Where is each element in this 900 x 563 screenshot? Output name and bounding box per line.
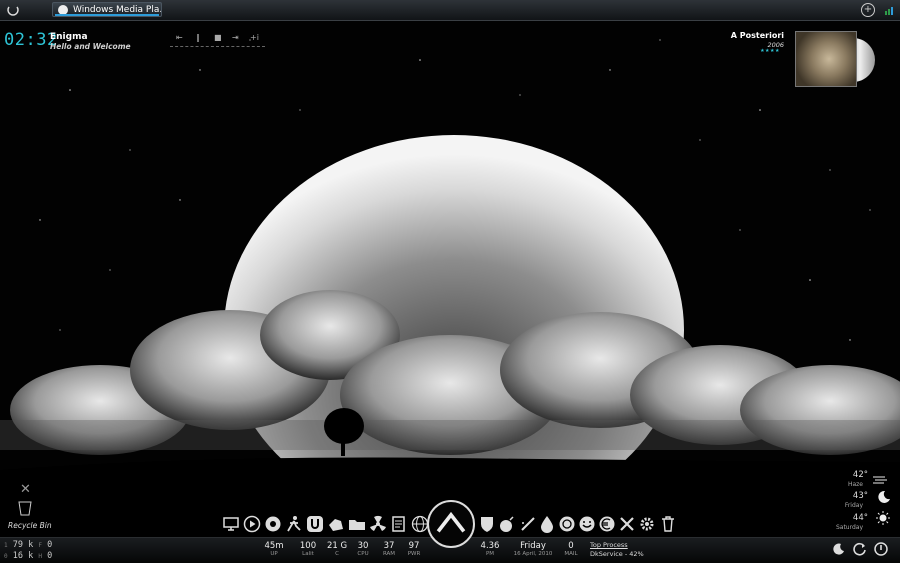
net-h-prefix: H <box>38 553 42 560</box>
net-up-value: 79 k <box>12 540 34 550</box>
start-menu-logo-icon[interactable] <box>427 500 475 548</box>
pause-button[interactable]: ‖ <box>196 33 200 42</box>
droplet-icon[interactable] <box>538 515 556 533</box>
taskbar-button-media-player[interactable]: Windows Media Pla... <box>52 2 162 17</box>
weather-temp-friday: 43° <box>852 491 868 501</box>
weather-temp-saturday: 44° <box>852 513 868 523</box>
start-orb-icon[interactable] <box>6 3 20 17</box>
monitor-icon[interactable] <box>222 515 240 533</box>
sleep-icon[interactable] <box>832 542 846 556</box>
stat-time: 4.36 PM <box>480 541 500 557</box>
track-progress-bar[interactable] <box>170 46 265 48</box>
top-process: Top Process DkService - 42% <box>590 541 644 559</box>
album-title: A Posteriori <box>730 31 784 40</box>
bomb-icon[interactable] <box>498 515 516 533</box>
moon-icon <box>878 490 890 503</box>
album-rating: ★★★★ <box>760 48 780 54</box>
weather-temp-now: 42° <box>852 470 868 480</box>
net-down-prefix: 0 <box>4 553 8 560</box>
chrome-icon[interactable] <box>264 515 282 533</box>
smiley-icon[interactable] <box>578 515 596 533</box>
previous-button[interactable]: ⇤ <box>176 33 183 42</box>
stat-mail[interactable]: 0 MAIL <box>556 541 586 557</box>
top-process-value: DkService - 42% <box>590 550 644 558</box>
stat-uptime: 45m UP <box>264 541 284 557</box>
haze-icon <box>873 476 887 484</box>
stop-button[interactable]: ■ <box>214 33 222 42</box>
shield-icon[interactable] <box>478 515 496 533</box>
active-indicator <box>55 14 159 16</box>
add-icon[interactable]: + <box>861 3 875 17</box>
network-icon[interactable] <box>884 4 896 16</box>
media-player-icon[interactable] <box>243 515 261 533</box>
weather-label-saturday: Saturday <box>835 524 863 531</box>
stat-user: 100 Lalit <box>299 541 317 557</box>
net-f-value: 0 <box>47 540 53 550</box>
weather-label-now: Haze <box>847 481 863 488</box>
gear-icon[interactable] <box>638 515 656 533</box>
network-stats: 1 79 k F 0 0 16 k H 0 <box>4 540 52 562</box>
next-button[interactable]: ⇥ <box>232 33 239 42</box>
pen-icon[interactable] <box>519 515 537 533</box>
track-subtitle: Hello and Welcome <box>50 42 131 51</box>
hand-icon[interactable] <box>327 515 345 533</box>
net-f-prefix: F <box>38 542 42 549</box>
tools-icon[interactable] <box>618 515 636 533</box>
recycle-bin-icon[interactable] <box>17 500 33 516</box>
close-icon[interactable]: ✕ <box>20 482 31 497</box>
sun-icon <box>876 511 890 525</box>
net-down-value: 16 k <box>12 551 34 561</box>
utorrent-icon[interactable] <box>306 515 324 533</box>
album-cover[interactable] <box>795 31 857 87</box>
folder-icon[interactable] <box>348 515 366 533</box>
net-up-prefix: 1 <box>4 542 8 549</box>
stat-date: Friday 16 April, 2010 <box>513 541 553 557</box>
radiation-icon[interactable] <box>369 515 387 533</box>
player-controls: ⇤ ‖ ■ ⇥ +i <box>170 33 266 47</box>
stat-power: 97 PWR <box>407 541 421 557</box>
runner-icon[interactable] <box>285 515 303 533</box>
top-process-heading: Top Process <box>590 541 628 549</box>
info-button[interactable]: +i <box>250 33 259 42</box>
track-title: Enigma <box>50 32 88 42</box>
weather-label-friday: Friday <box>844 502 863 509</box>
desktop-wallpaper <box>0 0 900 562</box>
net-h-value: 0 <box>47 551 53 561</box>
trash-icon[interactable] <box>659 515 677 533</box>
power-icon[interactable] <box>874 542 888 556</box>
restart-icon[interactable] <box>853 542 867 556</box>
euro-icon[interactable] <box>598 515 616 533</box>
recycle-bin-label: Recycle Bin <box>8 521 52 530</box>
steam-icon[interactable] <box>558 515 576 533</box>
notepad-icon[interactable] <box>390 515 408 533</box>
